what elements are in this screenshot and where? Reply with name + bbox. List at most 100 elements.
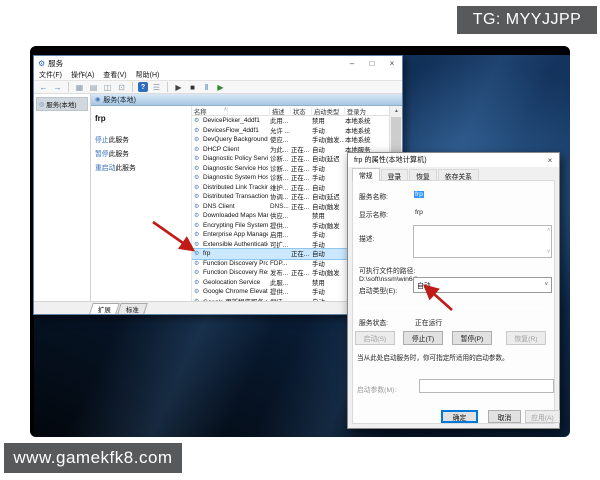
cell-startup: 禁用: [312, 211, 344, 220]
separator: [359, 307, 548, 308]
menu-file[interactable]: 文件(F): [39, 70, 62, 80]
scrollbar-thumb[interactable]: [391, 117, 401, 155]
pause-service-link[interactable]: 暂停此服务: [95, 148, 191, 158]
service-gear-icon: ⚙: [194, 288, 201, 295]
cell-status: 正在...: [291, 145, 311, 154]
dialog-close-icon[interactable]: ×: [541, 153, 559, 167]
tree-item-label: 服务(本地): [46, 99, 76, 109]
scroll-up-icon[interactable]: ▲: [390, 106, 402, 116]
cell-desc: 此用...: [270, 116, 291, 125]
startup-type-combobox[interactable]: 自动 ˅: [413, 277, 552, 293]
cell-name: Encrypting File System (E...: [203, 222, 268, 229]
help-docs-icon[interactable]: ◫: [102, 82, 113, 93]
show-tree-icon[interactable]: ▦: [74, 82, 85, 93]
cell-name: Downloaded Maps Man...: [203, 212, 268, 219]
tab-standard[interactable]: 标准: [117, 303, 148, 314]
back-icon[interactable]: ←: [38, 82, 49, 93]
display-name-label: 显示名称:: [359, 209, 388, 219]
cell-desc: 可扩...: [270, 240, 291, 249]
maximize-button[interactable]: □: [362, 56, 382, 70]
service-gear-icon: ⚙: [194, 165, 201, 172]
general-tab-page: 服务名称: frp 显示名称: frp 描述: ˄ ˅ 可执行文件的路径: D:…: [352, 180, 555, 424]
console-tree-pane: ◎ 服务(本地): [34, 94, 91, 301]
stop-service-icon[interactable]: ■: [187, 82, 198, 93]
cell-desc: 诊断...: [270, 154, 291, 163]
column-logon-as[interactable]: 登录为: [345, 107, 392, 116]
cell-startup: 手动: [312, 164, 344, 173]
help-icon[interactable]: ?: [138, 82, 148, 92]
pause-button[interactable]: 暂停(P): [452, 331, 492, 345]
service-gear-icon: ⚙: [194, 231, 201, 238]
table-row[interactable]: ⚙DevicePicker_4ddf1此用...禁用本地系统: [192, 116, 389, 126]
cell-startup: 自动: [312, 145, 344, 154]
toolbar-separator: [132, 82, 133, 92]
tab-extended[interactable]: 扩展: [89, 303, 120, 314]
column-startup-type[interactable]: 启动类型: [312, 107, 345, 116]
tree-item-services-local[interactable]: ◎ 服务(本地): [36, 97, 88, 111]
start-service-icon[interactable]: ▶: [173, 82, 184, 93]
start-params-input[interactable]: [419, 379, 554, 393]
column-status[interactable]: 状态: [291, 107, 312, 116]
chevron-down-icon: ˅: [544, 282, 548, 288]
menu-help[interactable]: 帮助(H): [136, 70, 160, 80]
cell-name: Distributed Link Tracking...: [203, 184, 268, 191]
cell-startup: 自动(延迟: [312, 192, 344, 201]
cell-name: DevQuery Background D...: [203, 136, 268, 143]
service-gear-icon: ⚙: [194, 203, 201, 210]
service-status-value: 正在运行: [415, 317, 442, 327]
cell-desc: 协调...: [270, 192, 291, 201]
service-gear-icon: ⚙: [194, 193, 201, 200]
tab-general[interactable]: 常规: [352, 168, 380, 181]
link-rest: 此服务: [109, 151, 129, 158]
pause-service-icon[interactable]: ‖: [201, 82, 212, 93]
minimize-button[interactable]: –: [342, 56, 362, 70]
cancel-button[interactable]: 取消: [488, 410, 521, 423]
restart-service-link[interactable]: 重启动此服务: [95, 162, 191, 172]
link-rest: 此服务: [115, 165, 135, 172]
cell-name: Diagnostic Service Host: [203, 165, 268, 172]
cell-name: Google Chrome Elevatio...: [203, 288, 268, 295]
service-gear-icon: ⚙: [194, 127, 201, 134]
link-action[interactable]: 暂停: [95, 151, 109, 158]
cell-desc: 诊断...: [270, 164, 291, 173]
print-icon[interactable]: ⊡: [116, 82, 127, 93]
cell-startup: 手动: [312, 259, 344, 268]
forward-icon[interactable]: →: [52, 82, 63, 93]
restart-service-icon[interactable]: ▶: [215, 82, 226, 93]
menu-action[interactable]: 操作(A): [71, 70, 94, 80]
table-row[interactable]: ⚙DevQuery Background D...使应...手动(触发...本地…: [192, 135, 389, 145]
service-gear-icon: ⚙: [194, 212, 201, 219]
startup-type-label: 启动类型(E):: [359, 285, 397, 295]
service-gear-icon: ⚙: [194, 241, 201, 248]
apply-button: 应用(A): [525, 410, 560, 423]
toolbar: ←→▦▤◫⊡?☰▶■‖▶: [34, 81, 402, 94]
cell-status: 正在...: [291, 173, 311, 182]
service-gear-icon: ⚙: [194, 260, 201, 267]
cell-status: 正在...: [291, 164, 311, 173]
export-list-icon[interactable]: ▤: [88, 82, 99, 93]
stop-service-link[interactable]: 停止此服务: [95, 134, 191, 144]
ok-button[interactable]: 确定: [441, 410, 478, 423]
list-view-icon[interactable]: ☰: [151, 82, 162, 93]
cell-name: Diagnostic Policy Service: [203, 155, 268, 162]
services-app-icon: ⚙: [38, 59, 45, 68]
dialog-titlebar[interactable]: frp 的属性(本地计算机): [348, 153, 559, 167]
table-row[interactable]: ⚙DevicesFlow_4ddf1允许 ...手动本地系统: [192, 126, 389, 136]
toolbar-separator: [68, 82, 69, 92]
frp-properties-dialog: frp 的属性(本地计算机) × 常规 登录 恢复 依存关系 服务名称: frp…: [347, 152, 560, 429]
dialog-title: frp 的属性(本地计算机): [354, 155, 427, 165]
column-description[interactable]: 描述: [270, 107, 291, 116]
cell-name: DHCP Client: [203, 146, 268, 153]
close-button[interactable]: ×: [382, 56, 402, 70]
link-action[interactable]: 重启动: [95, 165, 115, 172]
description-textbox[interactable]: ˄ ˅: [413, 225, 552, 258]
stop-button[interactable]: 停止(T): [403, 331, 443, 345]
menu-view[interactable]: 查看(V): [103, 70, 126, 80]
cell-startup: 手动: [312, 126, 344, 135]
cell-status: 正在...: [291, 192, 311, 201]
service-gear-icon: ⚙: [194, 174, 201, 181]
display-name-value: frp: [415, 209, 423, 216]
column-name[interactable]: 名称: [192, 107, 270, 116]
service-info-panel: frp 停止此服务 暂停此服务 重启动此服务: [91, 106, 191, 301]
link-action[interactable]: 停止: [95, 137, 109, 144]
